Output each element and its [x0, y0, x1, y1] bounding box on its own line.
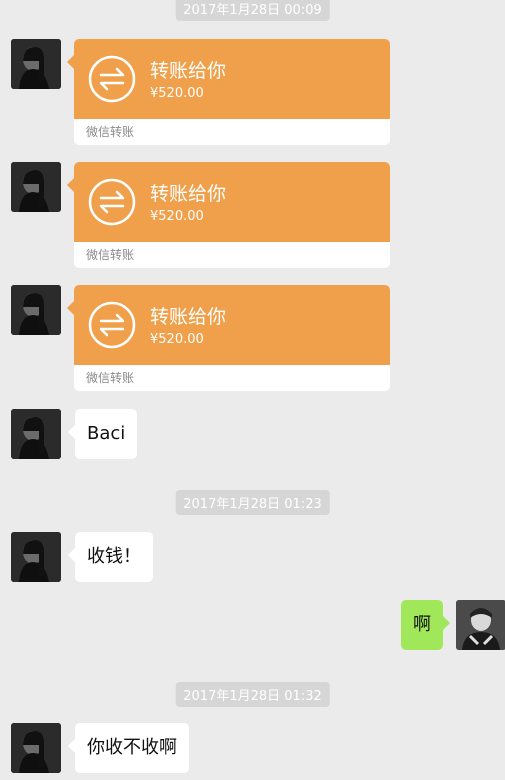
contact-avatar[interactable]	[11, 39, 61, 89]
timestamp: 2017年1月28日 01:23	[175, 490, 330, 515]
contact-avatar[interactable]	[11, 723, 61, 773]
transfer-arrows-icon	[88, 55, 136, 103]
transfer-footer: 微信转账	[86, 125, 135, 139]
transfer-card-header: 转账给你 ¥520.00	[67, 285, 390, 365]
transfer-card-header: 转账给你 ¥520.00	[67, 162, 390, 242]
contact-avatar[interactable]	[11, 162, 61, 212]
transfer-title: 转账给你	[150, 183, 227, 205]
timestamp: 2017年1月28日 01:32	[175, 682, 330, 707]
transfer-card[interactable]: 转账给你 ¥520.00 微信转账	[67, 39, 390, 145]
bubble-tail	[68, 425, 75, 439]
message-text: 收钱！	[87, 546, 141, 567]
transfer-arrows-icon	[88, 301, 136, 349]
transfer-amount: ¥520.00	[150, 86, 204, 101]
transfer-card[interactable]: 转账给你 ¥520.00 微信转账	[67, 285, 390, 391]
transfer-footer: 微信转账	[86, 371, 135, 385]
message-text: Baci	[87, 423, 126, 444]
bubble-tail	[67, 55, 74, 69]
message-bubble[interactable]: 啊	[401, 600, 450, 650]
contact-avatar[interactable]	[11, 409, 61, 459]
contact-avatar[interactable]	[11, 532, 61, 582]
self-avatar[interactable]	[456, 600, 505, 650]
transfer-amount: ¥520.00	[150, 332, 204, 347]
transfer-arrows-icon	[88, 178, 136, 226]
message-bubble[interactable]: 你收不收啊	[68, 723, 189, 773]
transfer-footer: 微信转账	[86, 248, 135, 262]
bubble-tail	[67, 178, 74, 192]
transfer-title: 转账给你	[150, 60, 227, 82]
message-text: 啊	[413, 614, 431, 635]
bubble-tail	[443, 616, 450, 630]
bubble-tail	[68, 739, 75, 753]
transfer-card[interactable]: 转账给你 ¥520.00 微信转账	[67, 162, 390, 268]
timestamp: 2017年1月28日 00:09	[175, 0, 330, 21]
bubble-tail	[67, 301, 74, 315]
transfer-amount: ¥520.00	[150, 209, 204, 224]
contact-avatar[interactable]	[11, 285, 61, 335]
message-text: 你收不收啊	[87, 737, 177, 758]
transfer-card-header: 转账给你 ¥520.00	[67, 39, 390, 119]
transfer-title: 转账给你	[150, 306, 227, 328]
bubble-tail	[68, 548, 75, 562]
message-bubble[interactable]: Baci	[68, 409, 138, 459]
message-bubble[interactable]: 收钱！	[68, 532, 153, 582]
